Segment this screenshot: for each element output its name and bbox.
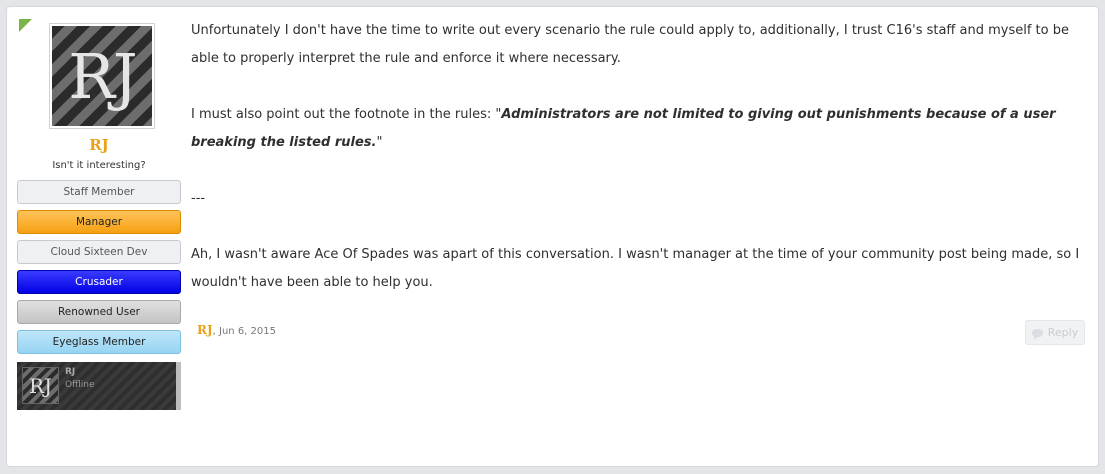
user-title: Isn't it interesting? (52, 160, 146, 171)
banner-renowned-user: Renowned User (17, 300, 181, 324)
banner-manager: Manager (17, 210, 181, 234)
banner-crusader: Crusader (17, 270, 181, 294)
post-container: RJ RJ Isn't it interesting? Staff Member… (6, 6, 1099, 467)
card-edge (176, 362, 181, 410)
quote-suffix: " (376, 135, 383, 150)
banner-cloud-sixteen-dev: Cloud Sixteen Dev (17, 240, 181, 264)
reply-label: Reply (1047, 326, 1079, 339)
post-meta: RJ, Jun 6, 2015 (197, 323, 276, 337)
avatar-image: RJ (52, 26, 152, 126)
message-body: Unfortunately I don't have the time to w… (191, 17, 1091, 297)
new-post-indicator (19, 19, 32, 32)
message-paragraph: Ah, I wasn't aware Ace Of Spades was apa… (191, 247, 1080, 290)
message-paragraph-quote: I must also point out the footnote in th… (191, 101, 1091, 157)
username[interactable]: RJ (17, 136, 181, 154)
message-paragraph: Unfortunately I don't have the time to w… (191, 23, 1069, 66)
post-date[interactable]: , Jun 6, 2015 (213, 326, 276, 337)
speech-bubble-icon (1031, 328, 1043, 340)
post-author[interactable]: RJ (197, 323, 213, 337)
avatar[interactable]: RJ (49, 23, 155, 129)
avatar-monogram: RJ (68, 39, 138, 113)
banner-eyeglass-member: Eyeglass Member (17, 330, 181, 354)
banner-staff-member: Staff Member (17, 180, 181, 204)
card-status: Offline (65, 380, 95, 390)
separator: --- (191, 191, 206, 206)
user-status-card[interactable]: RJ RJ Offline (17, 362, 181, 410)
quote-prefix: I must also point out the footnote in th… (191, 107, 502, 122)
card-username: RJ (65, 367, 76, 377)
mini-avatar: RJ (22, 367, 59, 404)
reply-button[interactable]: Reply (1025, 320, 1085, 345)
